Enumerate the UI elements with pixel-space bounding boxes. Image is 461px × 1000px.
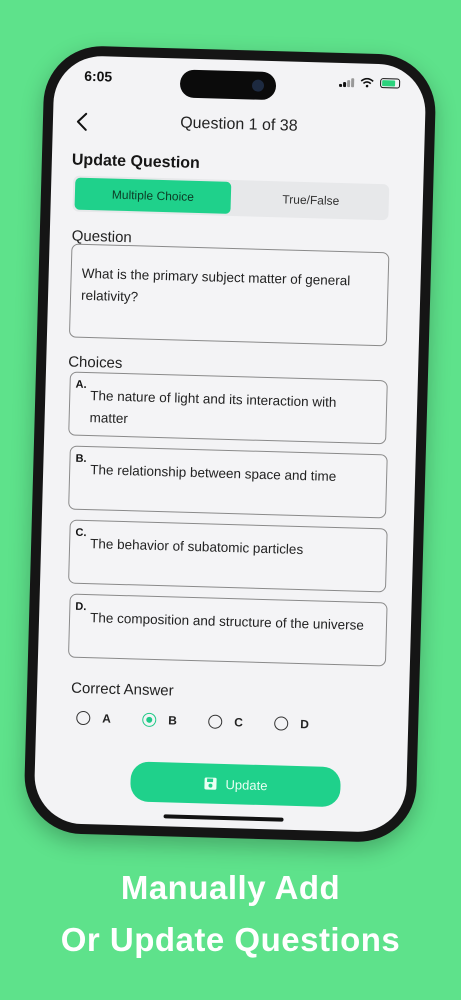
choice-letter: D. <box>75 600 87 614</box>
phone-frame: 6:05 Question 1 of 38 Update Question Mu… <box>23 44 437 844</box>
correct-answer-label: Correct Answer <box>70 679 174 700</box>
caption-line-2: Or Update Questions <box>60 921 401 958</box>
choice-a-input[interactable]: A. The nature of light and its interacti… <box>68 371 388 445</box>
caption-line-1: Manually Add <box>120 869 341 906</box>
answer-radio-group: A B C D <box>76 708 340 735</box>
choice-d-input[interactable]: D. The composition and structure of the … <box>67 593 388 667</box>
status-bar: 6:05 <box>54 55 427 105</box>
question-type-toggle: Multiple Choice True/False <box>72 175 390 221</box>
page-title: Update Question <box>71 151 201 173</box>
radio-label: A <box>102 711 112 726</box>
signal-icon <box>339 77 355 88</box>
radio-label: C <box>234 715 244 730</box>
radio-icon <box>76 710 91 726</box>
update-button[interactable]: Update <box>129 761 342 808</box>
status-time: 6:05 <box>84 67 113 85</box>
choice-b-input[interactable]: B. The relationship between space and ti… <box>68 445 388 519</box>
choice-text: The nature of light and its interaction … <box>89 388 337 427</box>
home-indicator <box>163 814 284 822</box>
answer-option-b[interactable]: B <box>142 710 209 732</box>
battery-icon <box>379 78 401 89</box>
camera-icon <box>251 79 265 92</box>
question-text: What is the primary subject matter of ge… <box>80 265 351 305</box>
app-screen: 6:05 Question 1 of 38 Update Question Mu… <box>33 54 427 834</box>
promo-caption: Manually Add Or Update Questions <box>0 862 461 966</box>
radio-icon <box>274 716 289 731</box>
radio-label: D <box>300 717 310 732</box>
answer-option-d[interactable]: D <box>274 713 341 735</box>
wifi-icon <box>360 77 374 88</box>
choice-text: The behavior of subatomic particles <box>89 536 304 558</box>
nav-bar: Question 1 of 38 <box>53 107 426 147</box>
status-icons <box>339 77 401 89</box>
choice-text: The composition and structure of the uni… <box>89 610 365 633</box>
answer-option-c[interactable]: C <box>208 712 275 734</box>
answer-option-a[interactable]: A <box>76 708 143 730</box>
tab-true-false[interactable]: True/False <box>232 180 389 220</box>
choice-letter: B. <box>75 452 87 465</box>
choice-c-input[interactable]: C. The behavior of subatomic particles <box>68 519 388 593</box>
radio-icon <box>208 714 223 729</box>
choice-letter: A. <box>75 378 87 391</box>
radio-label: B <box>168 713 178 728</box>
choice-letter: C. <box>75 526 87 540</box>
update-button-label: Update <box>225 776 268 793</box>
radio-checked-icon <box>142 712 157 728</box>
choices-label: Choices <box>67 353 123 372</box>
save-icon <box>204 777 217 790</box>
dynamic-island <box>179 69 277 101</box>
tab-multiple-choice[interactable]: Multiple Choice <box>74 177 232 214</box>
choice-text: The relationship between space and time <box>90 462 337 484</box>
question-input[interactable]: What is the primary subject matter of ge… <box>68 243 390 347</box>
question-counter: Question 1 of 38 <box>179 114 298 135</box>
